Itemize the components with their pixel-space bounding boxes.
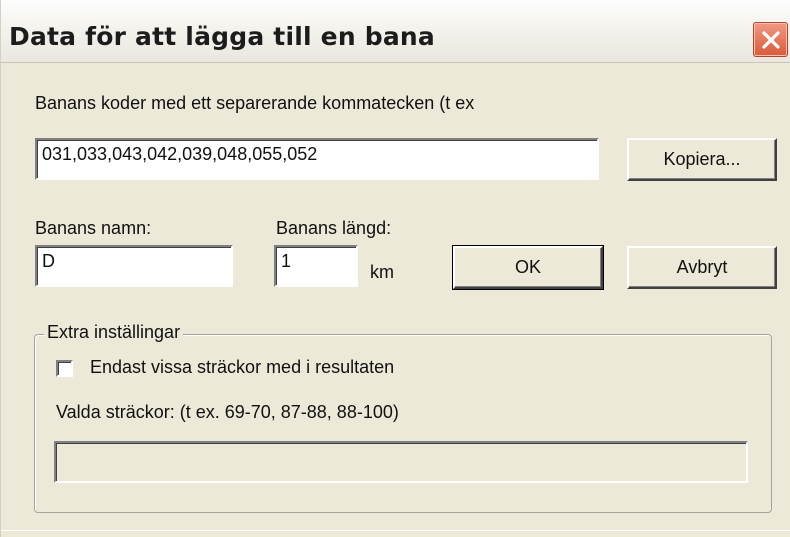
length-input[interactable]: 1: [274, 245, 358, 287]
cancel-button[interactable]: Avbryt: [627, 246, 777, 289]
window-title: Data för att lägga till en bana: [9, 22, 435, 51]
length-input-value: 1: [281, 251, 292, 271]
codes-input[interactable]: 031,033,043,042,039,048,055,052: [35, 138, 599, 180]
length-unit-label: km: [370, 262, 394, 282]
partial-results-label[interactable]: Endast vissa sträckor med i resultaten: [90, 357, 394, 378]
close-icon: [761, 30, 780, 49]
codes-input-value: 031,033,043,042,039,048,055,052: [42, 144, 318, 164]
selected-legs-input: [54, 441, 748, 483]
selected-legs-label: Valda sträckor: (t ex. 69-70, 87-88, 88-…: [56, 402, 399, 422]
dialog-window: Data för att lägga till en bana Banans k…: [0, 0, 790, 537]
name-label: Banans namn:: [35, 218, 152, 238]
close-button[interactable]: [753, 22, 788, 57]
extra-settings-title: Extra inställingar: [44, 322, 184, 343]
partial-results-checkbox[interactable]: [56, 360, 73, 377]
ok-button[interactable]: OK: [452, 245, 604, 290]
name-input-value: D: [42, 251, 55, 271]
codes-instruction-label: Banans koder med ett separerande kommate…: [35, 93, 475, 113]
copy-button[interactable]: Kopiera...: [627, 138, 777, 181]
name-input[interactable]: D: [35, 245, 233, 287]
window-bottom-edge: [1, 530, 790, 531]
title-bar[interactable]: Data för att lägga till en bana: [1, 0, 790, 63]
length-label: Banans längd:: [276, 218, 392, 238]
